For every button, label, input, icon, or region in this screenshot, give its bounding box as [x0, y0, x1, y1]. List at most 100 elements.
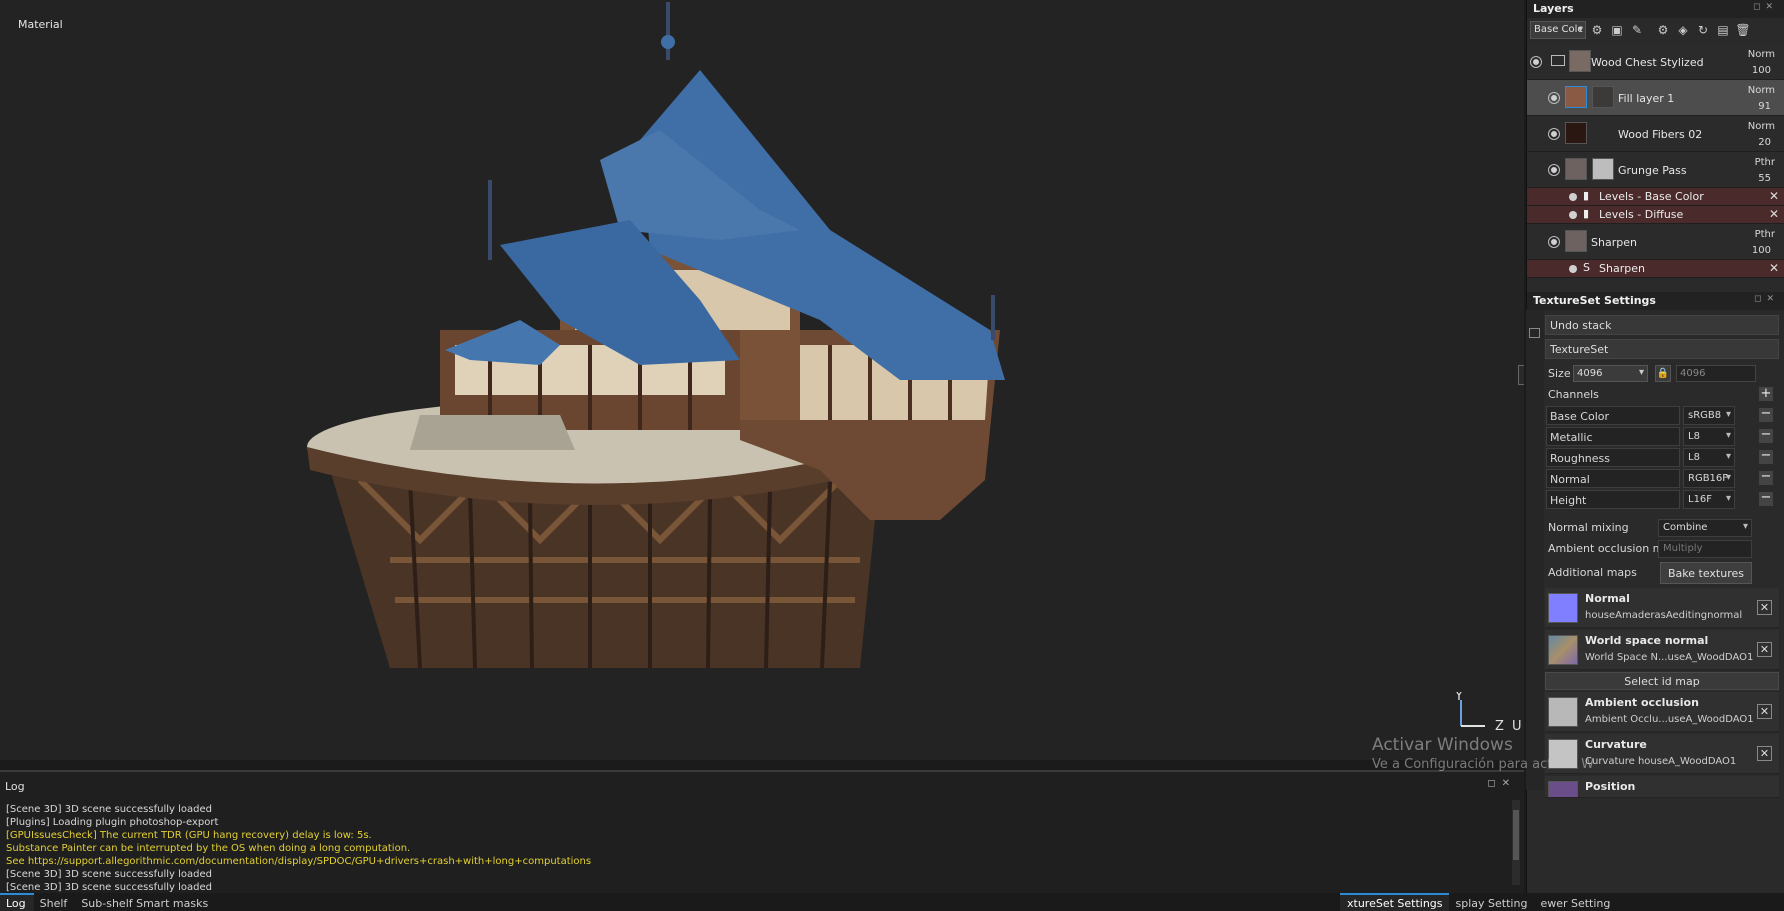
- close-icon[interactable]: ✕: [1757, 600, 1772, 615]
- tab-display-settings[interactable]: splay Setting: [1449, 893, 1534, 911]
- map-slot-ambient-occlusion[interactable]: Ambient occlusion Ambient Occlu...useA_W…: [1545, 692, 1779, 732]
- eye-icon[interactable]: [1569, 193, 1577, 201]
- ao-mixing-row: Ambient occlusion mixing Multiply: [1545, 538, 1779, 559]
- layers-panel-controls[interactable]: ◻✕: [1753, 2, 1778, 12]
- textureset-body: Undo stack TextureSet Size 4096 🔒 4096 C…: [1545, 312, 1779, 798]
- layer-opacity[interactable]: 100: [1752, 245, 1771, 256]
- layer-opacity[interactable]: 20: [1758, 137, 1771, 148]
- panel-toggle-icon[interactable]: [1529, 328, 1540, 338]
- add-layer-icon[interactable]: ↻: [1694, 21, 1712, 39]
- channel-select[interactable]: Base Colc: [1530, 21, 1586, 39]
- effect-name: Levels - Base Color: [1599, 190, 1704, 203]
- log-line: [Scene 3D] 3D scene successfully loaded: [6, 869, 212, 880]
- tab-viewer-settings[interactable]: ewer Setting: [1533, 893, 1616, 911]
- layer-blend-mode[interactable]: Norm: [1748, 85, 1775, 96]
- close-icon[interactable]: ✕: [1769, 189, 1779, 203]
- house-model-render[interactable]: [0, 0, 1524, 668]
- 3d-viewport[interactable]: Material Y Z U: [0, 0, 1524, 760]
- tab-textureset-settings[interactable]: xtureSet Settings: [1340, 893, 1449, 911]
- layer-opacity[interactable]: 100: [1752, 65, 1771, 76]
- brush-icon[interactable]: ✎: [1628, 21, 1646, 39]
- eye-icon[interactable]: [1549, 165, 1559, 175]
- close-icon[interactable]: ✕: [1769, 261, 1779, 275]
- add-effect-icon[interactable]: ⚙: [1588, 21, 1606, 39]
- channel-format-select[interactable]: sRGB8: [1683, 406, 1735, 425]
- levels-icon: ▮: [1583, 207, 1590, 220]
- layer-opacity[interactable]: 55: [1758, 173, 1771, 184]
- channel-format-select[interactable]: L16F: [1683, 490, 1735, 509]
- add-folder-icon[interactable]: ▤: [1714, 21, 1732, 39]
- log-title: Log: [5, 780, 25, 793]
- side-gutter: [1526, 310, 1544, 790]
- effect-row-sharpen[interactable]: S Sharpen ✕: [1527, 260, 1784, 278]
- additional-maps-label: Additional maps: [1548, 566, 1637, 579]
- undo-stack-button[interactable]: Undo stack: [1545, 315, 1779, 335]
- normal-mixing-label: Normal mixing: [1548, 521, 1629, 534]
- textureset-panel-controls[interactable]: ◻✕: [1754, 294, 1779, 304]
- layer-opacity[interactable]: 91: [1758, 101, 1771, 112]
- layer-blend-mode[interactable]: Norm: [1748, 121, 1775, 132]
- layer-blend-mode[interactable]: Pthr: [1755, 229, 1775, 240]
- log-line-warning: [GPUIssuesCheck] The current TDR (GPU ha…: [6, 830, 372, 841]
- effect-row-levels[interactable]: ▮ Levels - Base Color ✕: [1527, 188, 1784, 206]
- log-panel-controls[interactable]: ◻✕: [1487, 778, 1516, 789]
- normal-mixing-select[interactable]: Combine: [1658, 519, 1752, 537]
- log-scroll-thumb[interactable]: [1513, 810, 1519, 860]
- eye-icon[interactable]: [1569, 265, 1577, 273]
- channel-format-select[interactable]: RGB16F: [1683, 469, 1735, 488]
- layer-row-paint[interactable]: Grunge Pass Pthr 55: [1527, 152, 1784, 188]
- map-slot-position[interactable]: Position: [1545, 776, 1779, 798]
- textureset-panel-title: TextureSet Settings ◻✕: [1527, 292, 1784, 310]
- map-file: houseAmaderasAeditingnormal: [1585, 610, 1743, 621]
- tab-sub-shelf-smart-masks[interactable]: Sub-shelf Smart masks: [75, 893, 216, 911]
- remove-channel-button[interactable]: −: [1759, 449, 1773, 464]
- effect-row-levels[interactable]: ▮ Levels - Diffuse ✕: [1527, 206, 1784, 224]
- viewport-splitter-handle[interactable]: [1518, 365, 1524, 385]
- eye-icon[interactable]: [1569, 211, 1577, 219]
- remove-channel-button[interactable]: −: [1759, 407, 1773, 422]
- folder-icon[interactable]: [1551, 55, 1565, 66]
- remove-channel-button[interactable]: −: [1759, 491, 1773, 506]
- add-mask-icon[interactable]: ▣: [1608, 21, 1626, 39]
- bottom-tab-bar: Log Shelf Sub-shelf Smart masks: [0, 893, 1524, 911]
- tab-log[interactable]: Log: [0, 893, 34, 911]
- channel-name: Height: [1546, 490, 1680, 509]
- remove-channel-button[interactable]: −: [1759, 470, 1773, 485]
- add-channel-button[interactable]: +: [1759, 387, 1773, 401]
- bake-textures-button[interactable]: Bake textures: [1660, 562, 1752, 584]
- gear-layer-icon[interactable]: ⚙: [1654, 21, 1672, 39]
- layer-blend-mode[interactable]: Norm: [1748, 49, 1775, 60]
- additional-maps-row: Additional maps Bake textures: [1545, 562, 1779, 586]
- layer-row-fill[interactable]: Fill layer 1 Norm 91: [1527, 80, 1784, 116]
- channel-name: Metallic: [1546, 427, 1680, 446]
- map-slot-world-space-normal[interactable]: World space normal World Space N...useA_…: [1545, 630, 1779, 670]
- layer-name: Wood Chest Stylized: [1591, 56, 1704, 69]
- delete-layer-icon[interactable]: 🗑: [1734, 21, 1752, 39]
- layer-row-fill[interactable]: Wood Fibers 02 Norm 20: [1527, 116, 1784, 152]
- tab-shelf[interactable]: Shelf: [34, 893, 76, 911]
- log-scrollbar[interactable]: [1512, 800, 1520, 885]
- close-icon[interactable]: ✕: [1757, 642, 1772, 657]
- close-icon[interactable]: ✕: [1769, 207, 1779, 221]
- fill-bucket-icon[interactable]: ◈: [1674, 21, 1692, 39]
- lock-icon[interactable]: 🔒: [1655, 365, 1671, 382]
- size-select[interactable]: 4096: [1573, 365, 1648, 382]
- close-icon[interactable]: ✕: [1757, 746, 1772, 761]
- map-slot-curvature[interactable]: Curvature Curvature houseA_WoodDAO1 ✕: [1545, 734, 1779, 774]
- eye-icon[interactable]: [1531, 57, 1541, 67]
- layer-stack: Wood Chest Stylized Norm 100 Fill layer …: [1527, 44, 1784, 290]
- channel-format-select[interactable]: L8: [1683, 427, 1735, 446]
- layer-blend-mode[interactable]: Pthr: [1755, 157, 1775, 168]
- substance-painter-window: Material Y Z U Log ◻✕ [Scene 3D] 3D scen…: [0, 0, 1784, 911]
- eye-icon[interactable]: [1549, 237, 1559, 247]
- layer-row-sharpen[interactable]: Sharpen Pthr 100: [1527, 224, 1784, 260]
- eye-icon[interactable]: [1549, 93, 1559, 103]
- remove-channel-button[interactable]: −: [1759, 428, 1773, 443]
- log-line-warning: Substance Painter can be interrupted by …: [6, 843, 411, 854]
- select-id-map-button[interactable]: Select id map: [1545, 672, 1779, 690]
- map-slot-normal[interactable]: Normal houseAmaderasAeditingnormal ✕: [1545, 588, 1779, 628]
- close-icon[interactable]: ✕: [1757, 704, 1772, 719]
- layer-row-folder[interactable]: Wood Chest Stylized Norm 100: [1527, 44, 1784, 80]
- channel-format-select[interactable]: L8: [1683, 448, 1735, 467]
- eye-icon[interactable]: [1549, 129, 1559, 139]
